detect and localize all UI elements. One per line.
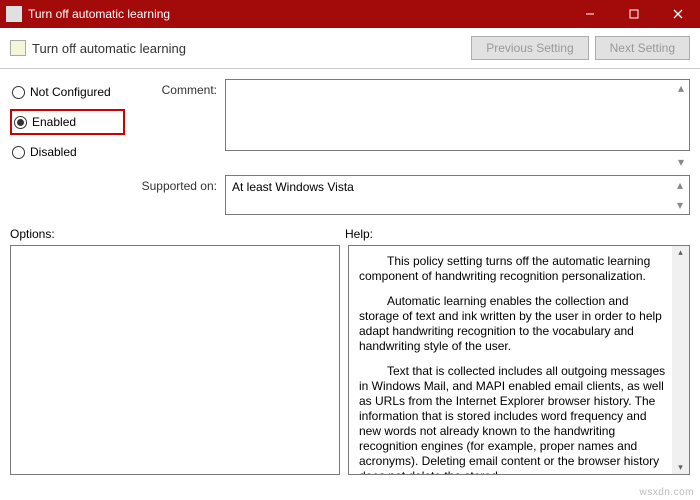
watermark: wsxdn.com (639, 487, 694, 498)
radio-icon (12, 146, 25, 159)
help-paragraph: This policy setting turns off the automa… (359, 254, 667, 284)
state-radio-group: Not Configured Enabled Disabled (10, 79, 125, 171)
window-title: Turn off automatic learning (28, 7, 568, 21)
help-scrollbar[interactable]: ▴▾ (672, 246, 689, 474)
supported-section: Supported on: At least Windows Vista ▴▾ (0, 171, 700, 217)
previous-setting-button[interactable]: Previous Setting (471, 36, 588, 60)
pane-labels: Options: Help: (0, 217, 700, 245)
header: Turn off automatic learning Previous Set… (0, 28, 700, 69)
radio-label: Not Configured (30, 85, 111, 99)
supported-scrollbar[interactable]: ▴▾ (673, 178, 687, 212)
radio-label: Disabled (30, 145, 77, 159)
radio-icon-selected (14, 116, 27, 129)
radio-enabled[interactable]: Enabled (10, 109, 125, 135)
help-paragraph: Text that is collected includes all outg… (359, 364, 667, 475)
supported-value-box: At least Windows Vista ▴▾ (225, 175, 690, 215)
radio-not-configured[interactable]: Not Configured (10, 83, 125, 101)
radio-label: Enabled (32, 115, 76, 129)
maximize-button[interactable] (612, 0, 656, 28)
window-controls (568, 0, 700, 28)
close-button[interactable] (656, 0, 700, 28)
minimize-button[interactable] (568, 0, 612, 28)
radio-icon (12, 86, 25, 99)
panes: This policy setting turns off the automa… (0, 245, 700, 485)
options-label: Options: (10, 227, 345, 241)
help-paragraph: Automatic learning enables the collectio… (359, 294, 667, 354)
options-pane (10, 245, 340, 475)
policy-title: Turn off automatic learning (32, 41, 465, 56)
comment-scrollbar[interactable]: ▴▾ (674, 81, 688, 169)
radio-disabled[interactable]: Disabled (10, 143, 125, 161)
titlebar: Turn off automatic learning (0, 0, 700, 28)
help-label: Help: (345, 227, 373, 241)
comment-label: Comment: (125, 79, 225, 171)
help-pane: This policy setting turns off the automa… (348, 245, 690, 475)
comment-textarea[interactable] (225, 79, 690, 151)
next-setting-button[interactable]: Next Setting (595, 36, 690, 60)
config-section: Not Configured Enabled Disabled Comment:… (0, 69, 700, 171)
supported-value: At least Windows Vista (232, 180, 354, 194)
supported-label: Supported on: (125, 175, 225, 193)
app-icon (6, 6, 22, 22)
policy-icon (10, 40, 26, 56)
